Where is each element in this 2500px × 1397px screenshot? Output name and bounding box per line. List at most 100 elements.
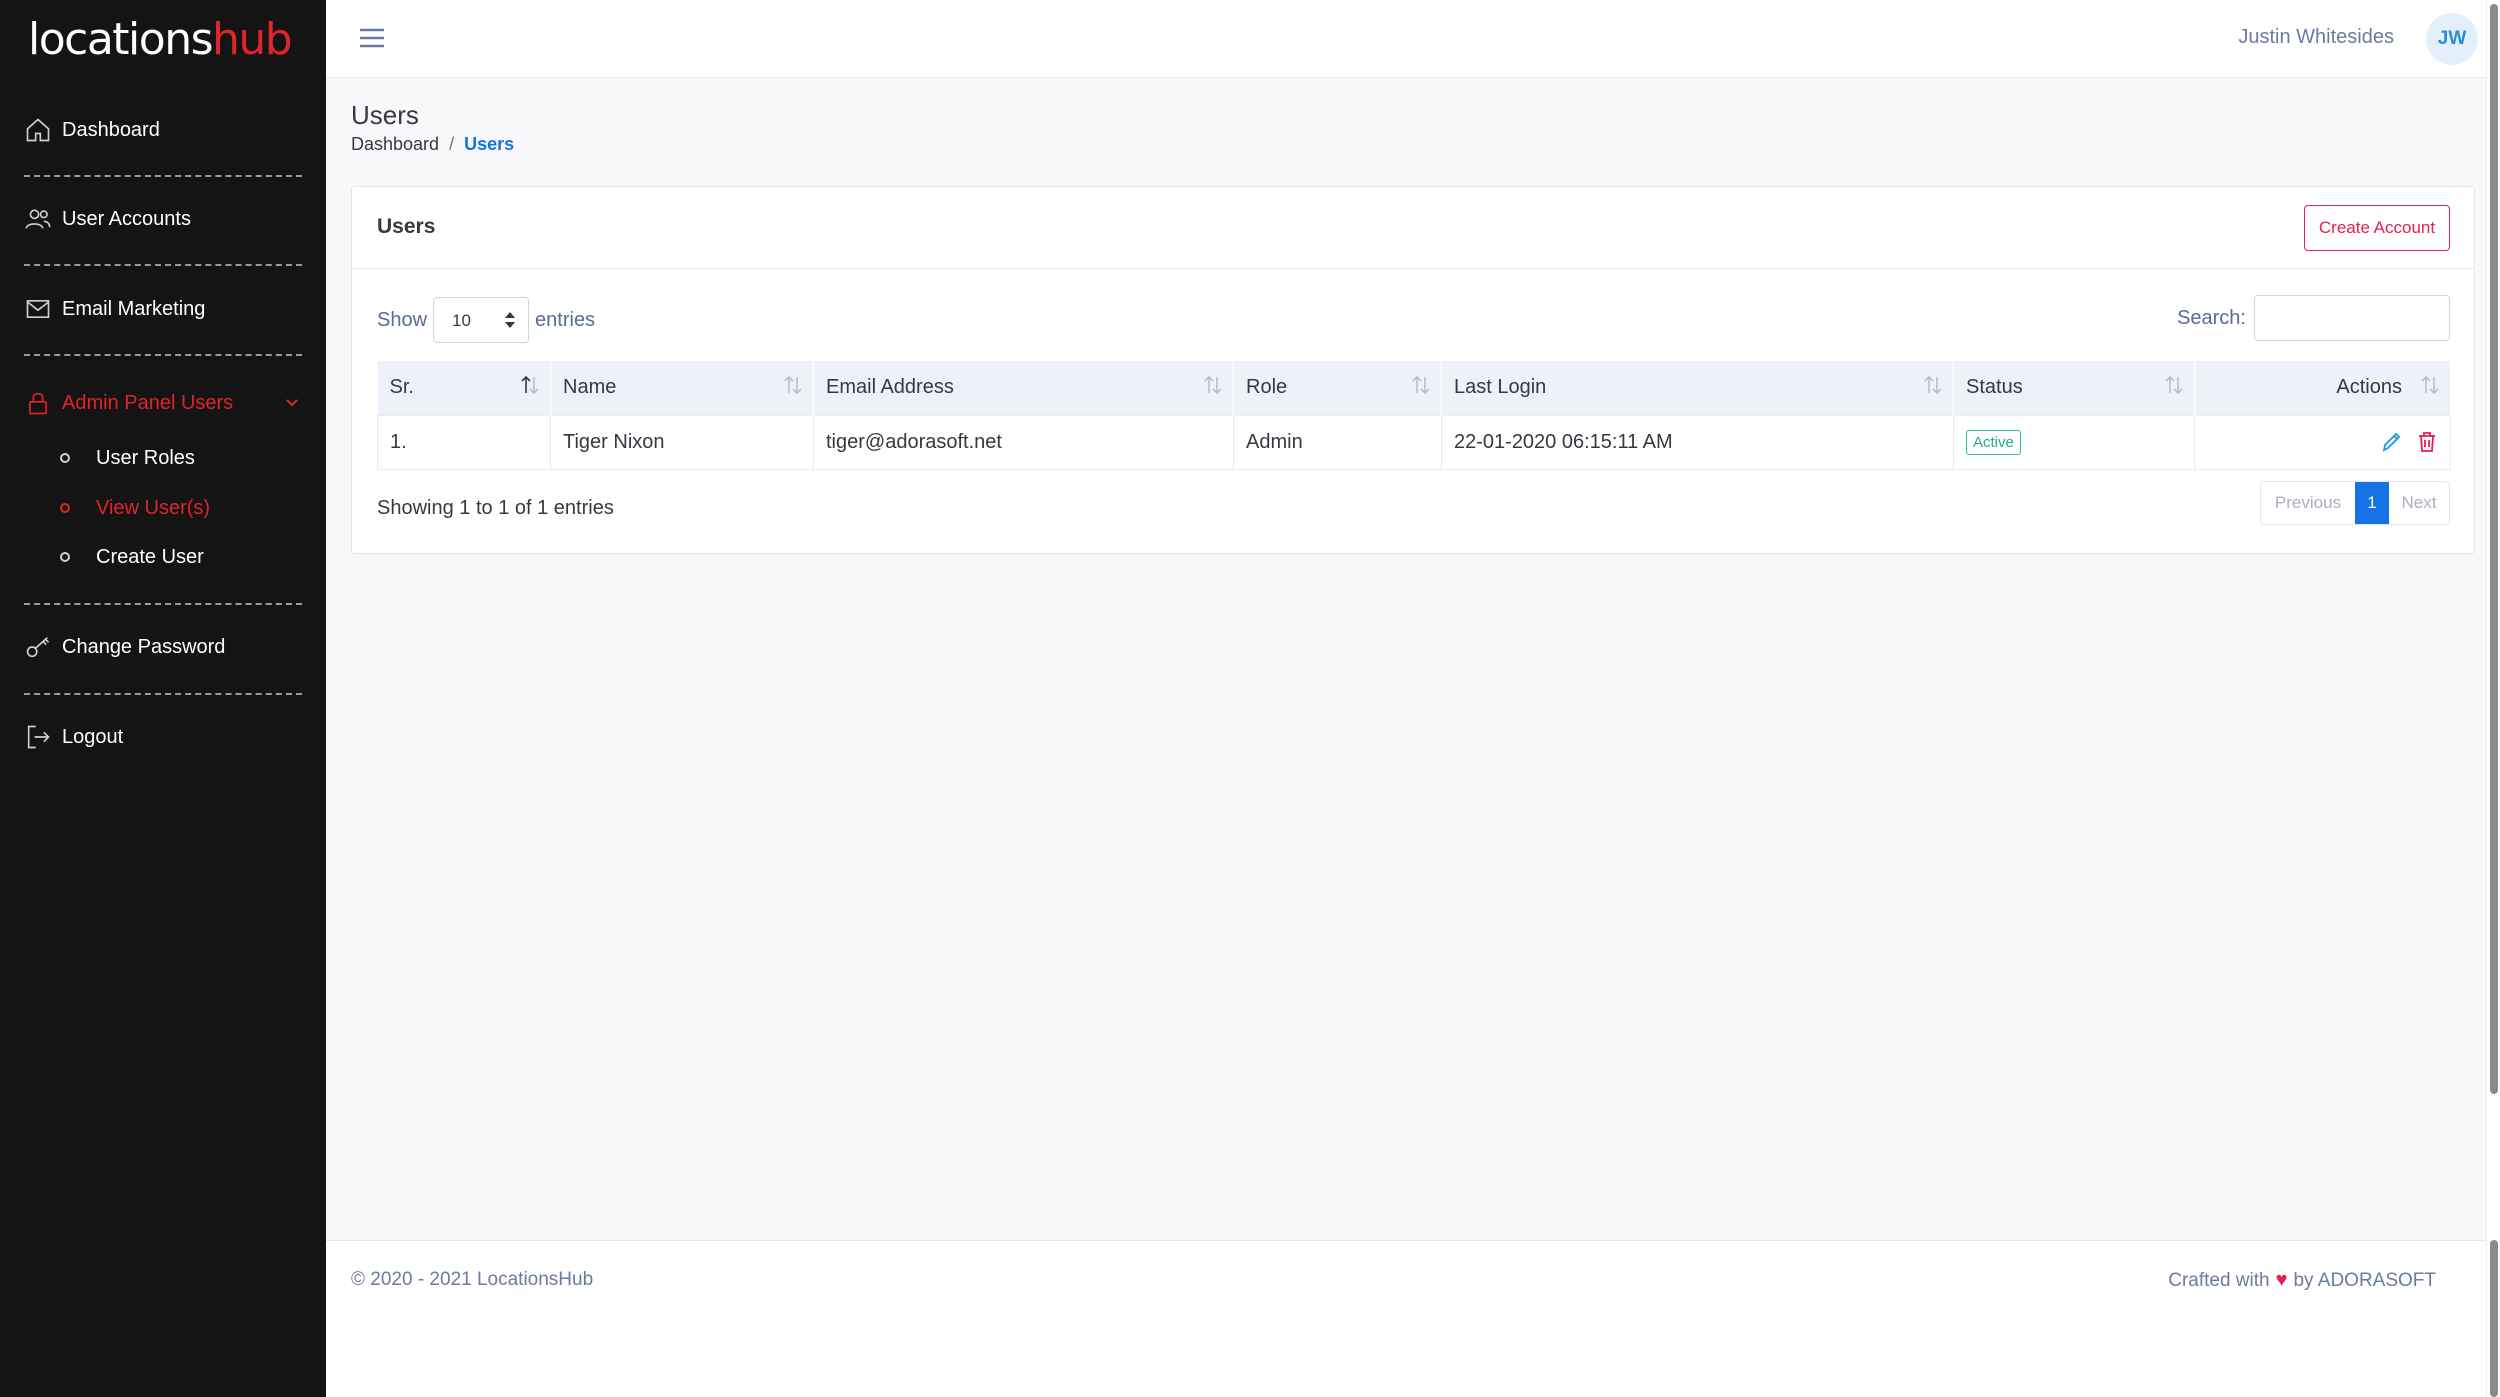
mail-icon <box>26 300 50 318</box>
heart-icon: ♥ <box>2275 1269 2288 1291</box>
column-label: Role <box>1246 376 1288 399</box>
status-badge: Active <box>1966 429 2021 455</box>
sidebar-item-label: Logout <box>62 725 124 748</box>
card-header: Users Create Account <box>352 187 2474 269</box>
sidebar-item-dashboard[interactable]: Dashboard <box>24 110 160 150</box>
sidebar-item-logout[interactable]: Logout <box>24 717 123 757</box>
user-name[interactable]: Justin Whitesides <box>2238 26 2394 49</box>
cell-actions <box>2194 414 2451 470</box>
breadcrumb: Dashboard / Users <box>351 134 514 155</box>
pagination-next[interactable]: Next <box>2389 482 2449 524</box>
sidebar: locationshub Dashboard User Accounts Ema… <box>0 0 326 1397</box>
breadcrumb-current: Users <box>464 134 515 154</box>
sidebar-subitem-user-roles[interactable]: User Roles <box>60 442 195 474</box>
footer: © 2020 - 2021 LocationsHub Crafted with … <box>326 1240 2486 1397</box>
users-card: Users Create Account Show 10 entries Sea… <box>351 186 2475 554</box>
logout-icon <box>27 725 50 749</box>
footer-credit: Crafted with ♥ by ADORASOFT <box>2168 1269 2436 1292</box>
pagination: Previous 1 Next <box>2260 481 2450 525</box>
card-title: Users <box>377 215 436 238</box>
menu-icon[interactable] <box>358 26 386 50</box>
pagination-previous[interactable]: Previous <box>2261 482 2355 524</box>
cell-last-login: 22-01-2020 06:15:11 AM <box>1441 414 1954 470</box>
home-icon <box>26 118 50 142</box>
column-label: Name <box>563 376 617 399</box>
sort-icon <box>520 373 540 397</box>
sidebar-subitem-label: View User(s) <box>96 496 211 519</box>
lock-icon <box>29 392 47 415</box>
bullet-icon <box>60 453 70 463</box>
cell-sr: 1. <box>377 414 551 470</box>
column-label: Email Address <box>826 376 954 399</box>
column-label: Status <box>1966 376 2023 399</box>
sidebar-subitem-label: User Roles <box>96 446 195 469</box>
sidebar-item-admin-panel-users[interactable]: Admin Panel Users <box>24 383 233 423</box>
column-header-name[interactable]: Name <box>550 361 814 415</box>
search-control: Search: <box>2177 295 2450 341</box>
sidebar-item-label: Dashboard <box>62 118 160 141</box>
sidebar-divider <box>24 693 302 695</box>
scrollbar-thumb-lower[interactable] <box>2490 1240 2498 1397</box>
create-account-button[interactable]: Create Account <box>2304 205 2450 251</box>
brand-logo[interactable]: locationshub <box>28 14 293 65</box>
footer-copyright: © 2020 - 2021 LocationsHub <box>351 1269 594 1290</box>
trash-icon[interactable] <box>2416 430 2438 454</box>
sidebar-item-change-password[interactable]: Change Password <box>24 627 225 667</box>
cell-email: tiger@adorasoft.net <box>813 414 1234 470</box>
select-arrows-icon <box>505 312 516 328</box>
brand-logo-part2: hub <box>212 14 293 65</box>
sidebar-divider <box>24 603 302 605</box>
brand-logo-part1: locations <box>28 14 214 65</box>
sidebar-divider <box>24 175 302 177</box>
avatar[interactable]: JW <box>2426 13 2478 65</box>
column-header-status[interactable]: Status <box>1953 361 2195 415</box>
page-length-value: 10 <box>452 311 471 330</box>
cell-status: Active <box>1953 414 2195 470</box>
column-header-sr[interactable]: Sr. <box>377 361 551 415</box>
bullet-icon <box>60 503 70 513</box>
sidebar-item-label: Email Marketing <box>62 297 206 320</box>
column-header-email[interactable]: Email Address <box>813 361 1234 415</box>
users-table: Sr. Name Email Address Role Last Login S… <box>377 361 2451 470</box>
sort-icon <box>1411 373 1431 397</box>
table-row: 1. Tiger Nixon tiger@adorasoft.net Admin… <box>377 414 2451 470</box>
page-title: Users <box>351 100 419 130</box>
sidebar-subitem-view-users[interactable]: View User(s) <box>60 492 210 524</box>
sidebar-item-label: Admin Panel Users <box>62 391 234 414</box>
sidebar-item-email-marketing[interactable]: Email Marketing <box>24 289 205 329</box>
sort-icon <box>2420 373 2440 397</box>
show-label: Show <box>377 308 428 331</box>
column-header-actions[interactable]: Actions <box>2194 361 2451 415</box>
crafted-prefix: Crafted with <box>2168 1269 2270 1291</box>
breadcrumb-home[interactable]: Dashboard <box>351 134 439 155</box>
edit-icon[interactable] <box>2380 430 2402 454</box>
users-icon <box>25 209 51 229</box>
cell-name: Tiger Nixon <box>550 414 814 470</box>
column-header-last-login[interactable]: Last Login <box>1441 361 1954 415</box>
topbar: Justin Whitesides JW <box>326 0 2486 78</box>
page-length-control: Show 10 entries <box>377 297 595 343</box>
entries-label: entries <box>535 308 596 331</box>
sidebar-divider <box>24 264 302 266</box>
table-header-row: Sr. Name Email Address Role Last Login S… <box>377 361 2451 415</box>
column-label: Actions <box>2336 376 2402 399</box>
sidebar-subitem-create-user[interactable]: Create User <box>60 541 204 573</box>
page-scrollbar[interactable] <box>2486 0 2500 1397</box>
sidebar-item-label: User Accounts <box>62 207 191 230</box>
page-length-select[interactable]: 10 <box>433 297 530 343</box>
sidebar-divider <box>24 354 302 356</box>
sort-icon <box>783 373 803 397</box>
column-header-role[interactable]: Role <box>1233 361 1442 415</box>
chevron-down-icon[interactable] <box>284 395 300 411</box>
sidebar-item-label: Change Password <box>62 635 226 658</box>
sidebar-subitem-label: Create User <box>96 545 204 568</box>
cell-role: Admin <box>1233 414 1442 470</box>
sidebar-item-user-accounts[interactable]: User Accounts <box>24 199 191 239</box>
sort-icon <box>1203 373 1223 397</box>
scrollbar-thumb[interactable] <box>2490 4 2498 1094</box>
breadcrumb-separator: / <box>449 134 455 154</box>
column-label: Sr. <box>389 376 414 399</box>
sort-icon <box>1923 373 1943 397</box>
pagination-page-1[interactable]: 1 <box>2355 482 2389 524</box>
search-input[interactable] <box>2254 295 2450 341</box>
